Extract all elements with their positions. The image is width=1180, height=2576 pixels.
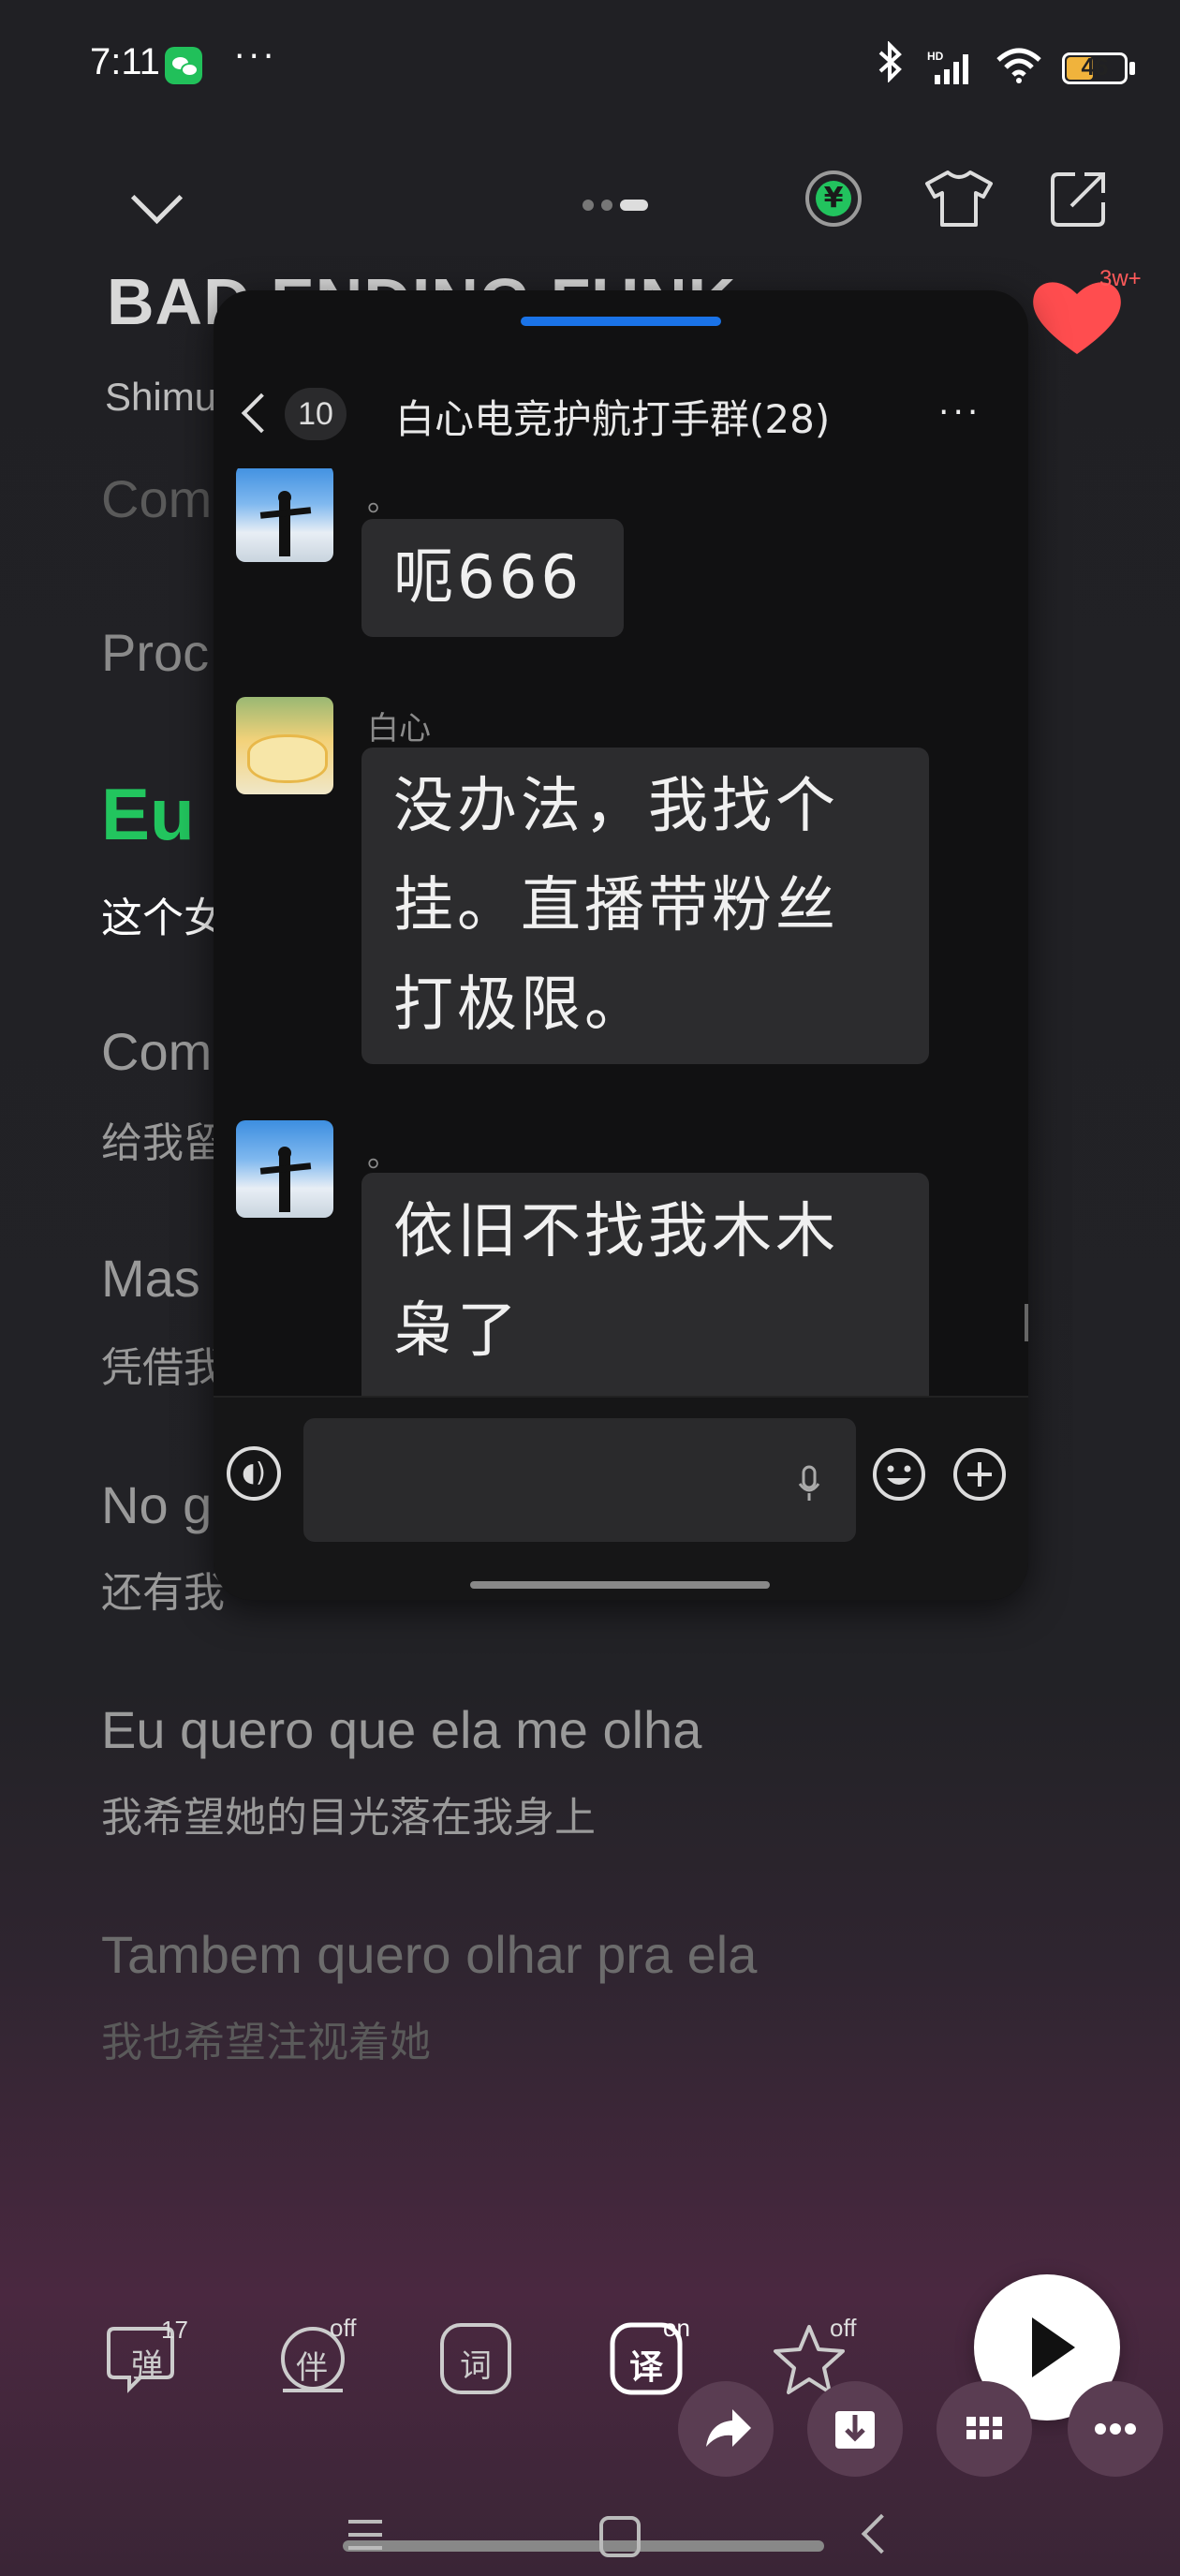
avatar[interactable] xyxy=(236,468,333,562)
forward-arrow-icon xyxy=(706,2409,751,2447)
signal-icon: HD xyxy=(927,49,980,86)
message-line: 打极限。 xyxy=(393,970,648,1040)
emoji-icon[interactable] xyxy=(871,1446,927,1503)
chat-more-icon[interactable]: ··· xyxy=(938,393,981,432)
lyric-line-current[interactable]: Eu xyxy=(101,772,195,857)
lyric-translation-current: 这个女 xyxy=(101,895,225,942)
danmaku-label: 弹 xyxy=(131,2347,163,2385)
chat-window-drag-handle[interactable] xyxy=(521,317,721,326)
battery-level-text: 46 xyxy=(1081,52,1109,81)
status-more-icon: ··· xyxy=(234,37,278,76)
play-icon xyxy=(1032,2317,1075,2377)
message-line: 挂。直播带粉丝 xyxy=(393,871,839,940)
lyric-translation: 凭借我 xyxy=(101,1344,225,1392)
bluetooth-icon xyxy=(871,40,908,92)
share-icon[interactable] xyxy=(1047,169,1109,230)
lyrics-label: 词 xyxy=(460,2347,492,2385)
sender-name: 。 xyxy=(367,1137,399,1175)
message-line: 没办法，我找个 xyxy=(393,772,839,841)
battery-icon: 46 xyxy=(1062,52,1128,84)
chat-input-bar: ◖) xyxy=(214,1396,1028,1600)
accompany-label: 伴 xyxy=(296,2349,328,2387)
lyric-line[interactable]: Eu quero que ela me olha xyxy=(101,1699,701,1760)
mic-icon[interactable] xyxy=(798,1465,820,1503)
grid-icon xyxy=(966,2417,1002,2439)
nav-back-icon[interactable] xyxy=(861,2513,902,2554)
chat-scrollbar[interactable] xyxy=(1025,1304,1028,1341)
chat-home-indicator[interactable] xyxy=(470,1581,770,1589)
lyric-line[interactable]: Com xyxy=(101,1021,212,1082)
wifi-icon xyxy=(995,47,1043,84)
forward-share-button[interactable] xyxy=(678,2381,774,2477)
svg-text:HD: HD xyxy=(927,50,944,63)
danmaku-count: 17 xyxy=(161,2316,188,2344)
download-icon xyxy=(835,2411,875,2449)
sender-name: 。 xyxy=(367,481,399,519)
download-button[interactable] xyxy=(807,2381,903,2477)
message-bubble[interactable]: 依旧不找我木木 枭了 xyxy=(361,1173,929,1405)
lyric-line[interactable]: Proc xyxy=(101,622,209,683)
favorite-status: off xyxy=(830,2314,857,2342)
message-line: 枭了 xyxy=(393,1296,521,1366)
lyric-line[interactable]: Com xyxy=(101,468,212,529)
lyric-translation: 我希望她的目光落在我身上 xyxy=(101,1794,596,1842)
translate-label: 译 xyxy=(629,2348,664,2387)
page-indicator xyxy=(583,195,656,213)
message-list[interactable]: 。 呃666 白心 没办法，我找个 挂。直播带粉丝 打极限。 。 依旧不找我木木… xyxy=(214,468,1028,1405)
nav-menu-icon[interactable] xyxy=(345,2516,386,2554)
lyric-translation: 还有我 xyxy=(101,1569,225,1617)
battery-nub xyxy=(1129,62,1135,75)
wechat-notification-icon xyxy=(165,47,202,84)
translate-status: on xyxy=(663,2314,690,2342)
nav-home-icon[interactable] xyxy=(599,2516,641,2557)
avatar[interactable] xyxy=(236,697,333,794)
voice-input-icon[interactable]: ◖) xyxy=(227,1446,281,1501)
skin-shirt-icon[interactable] xyxy=(923,169,995,229)
add-plus-icon[interactable] xyxy=(951,1446,1008,1503)
yen-coin-icon[interactable]: ¥ xyxy=(805,170,862,227)
more-dots-icon xyxy=(1095,2423,1136,2435)
status-time: 7:11 xyxy=(90,41,160,82)
lyric-line[interactable]: Mas xyxy=(101,1248,200,1309)
chat-back-icon[interactable] xyxy=(241,392,282,434)
message-bubble[interactable]: 没办法，我找个 挂。直播带粉丝 打极限。 xyxy=(361,748,929,1064)
message-line: 依旧不找我木木 xyxy=(393,1197,839,1266)
chat-unread-count[interactable]: 10 xyxy=(285,388,347,440)
like-count: 3w+ xyxy=(1099,266,1142,291)
avatar[interactable] xyxy=(236,1120,333,1218)
progress-bar[interactable] xyxy=(343,2540,824,2552)
lyric-line[interactable]: No g xyxy=(101,1474,212,1535)
chat-title: 白心电竞护航打手群(28) xyxy=(395,396,831,442)
message-line: 呃666 xyxy=(393,543,583,613)
accompany-status: off xyxy=(330,2314,357,2342)
floating-chat-window[interactable]: 10 白心电竞护航打手群(28) ··· 。 呃666 白心 没办法，我找个 挂… xyxy=(214,290,1028,1600)
lyric-line[interactable]: Tambem quero olhar pra ela xyxy=(101,1924,757,1985)
lyric-translation: 我也希望注视着她 xyxy=(101,2019,431,2066)
message-bubble[interactable]: 呃666 xyxy=(361,519,624,637)
more-options-button[interactable] xyxy=(1068,2381,1163,2477)
sender-name: 白心 xyxy=(367,710,431,748)
collapse-chevron-down-icon[interactable] xyxy=(130,171,184,225)
apps-grid-button[interactable] xyxy=(937,2381,1032,2477)
artist-name[interactable]: Shimu xyxy=(105,375,216,420)
message-input[interactable] xyxy=(303,1418,856,1542)
lyric-translation: 给我留 xyxy=(101,1119,225,1167)
